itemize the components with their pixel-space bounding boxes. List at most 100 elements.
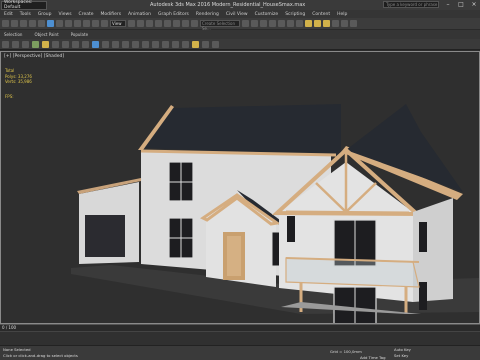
- snaps-toggle-icon[interactable]: [155, 20, 162, 27]
- menu-item-graph-editors[interactable]: Graph Editors: [158, 12, 189, 17]
- viewport-statistics: Total Polys: 33,276 Verts: 35,986: [5, 68, 32, 85]
- tab-object-paint[interactable]: Object Paint: [34, 32, 58, 37]
- link-icon[interactable]: [20, 20, 27, 27]
- maximize-icon[interactable]: □: [455, 0, 467, 9]
- tab-populate[interactable]: Populate: [71, 32, 88, 37]
- reference-coordinate-dropdown[interactable]: View: [110, 20, 126, 27]
- spacewarp-icon[interactable]: [72, 40, 79, 48]
- stats-verts-label: Verts:: [5, 79, 17, 84]
- window-title: Autodesk 3ds Max 2016 Modern_Residential…: [150, 2, 306, 8]
- spacing-tool-icon[interactable]: [132, 40, 139, 48]
- menu-item-scripting[interactable]: Scripting: [285, 12, 305, 17]
- stats-polys-value: 33,276: [17, 73, 32, 79]
- menu-item-customize[interactable]: Customize: [255, 12, 279, 17]
- menu-item-content[interactable]: Content: [312, 12, 330, 17]
- menu-item-modifiers[interactable]: Modifiers: [101, 12, 122, 17]
- camera-icon[interactable]: [52, 40, 59, 48]
- spinner-snap-icon[interactable]: [182, 20, 189, 27]
- rectangle-selection-icon[interactable]: [65, 20, 72, 27]
- unhide-icon[interactable]: [182, 40, 189, 48]
- add-time-tag-button[interactable]: Add Time Tag: [360, 355, 385, 360]
- grid-size: Grid = 100,0mm: [330, 349, 362, 354]
- redo-icon[interactable]: [11, 20, 18, 27]
- menu-item-rendering[interactable]: Rendering: [196, 12, 219, 17]
- render-region-icon[interactable]: [202, 40, 209, 48]
- schematic-view-icon[interactable]: [287, 20, 294, 27]
- search-input[interactable]: Type a keyword or phrase: [383, 1, 439, 8]
- selection-status: None Selected: [3, 347, 31, 352]
- rendered-frame-window-icon[interactable]: [314, 20, 321, 27]
- isolate-icon[interactable]: [152, 40, 159, 48]
- select-object-icon[interactable]: [47, 20, 54, 27]
- named-selection-dropdown[interactable]: Create Selection Se...: [200, 20, 240, 31]
- scale-icon[interactable]: [101, 20, 108, 27]
- track-bar[interactable]: [0, 331, 480, 345]
- viewport-label[interactable]: [+] [Perspective] [Shaded]: [4, 54, 64, 59]
- graphite-toggle-icon[interactable]: [269, 20, 276, 27]
- menu-item-views[interactable]: Views: [59, 12, 72, 17]
- render-setup-icon[interactable]: [305, 20, 312, 27]
- tab-selection[interactable]: Selection: [4, 32, 22, 37]
- title-bar: Workspaces: Default Autodesk 3ds Max 201…: [0, 0, 480, 10]
- angle-snap-icon[interactable]: [164, 20, 171, 27]
- workspace-dropdown[interactable]: Workspaces: Default: [1, 0, 47, 10]
- angle-icon[interactable]: [102, 40, 109, 48]
- menu-item-civil-view[interactable]: Civil View: [226, 12, 248, 17]
- keyboard-shortcut-override-icon[interactable]: [146, 20, 153, 27]
- sun-icon[interactable]: [192, 40, 199, 48]
- move-icon[interactable]: [83, 20, 90, 27]
- systems-icon[interactable]: [82, 40, 89, 48]
- mirror-tool-icon[interactable]: [112, 40, 119, 48]
- ribbon-tabs: Selection Object Paint Populate: [0, 30, 480, 39]
- auto-key-button[interactable]: Auto Key: [394, 347, 411, 352]
- house-model: [71, 104, 479, 323]
- window-crossing-icon[interactable]: [74, 20, 81, 27]
- minimize-icon[interactable]: –: [442, 0, 454, 9]
- menu-item-tools[interactable]: Tools: [20, 12, 31, 17]
- menu-item-help[interactable]: Help: [337, 12, 347, 17]
- edit-named-selection-icon[interactable]: [191, 20, 198, 27]
- select-by-name-icon[interactable]: [56, 20, 63, 27]
- layer-manager-icon[interactable]: [260, 20, 267, 27]
- menu-item-edit[interactable]: Edit: [4, 12, 13, 17]
- percent-snap-icon[interactable]: [173, 20, 180, 27]
- a360-render-icon[interactable]: [341, 20, 348, 27]
- render-iterative-icon[interactable]: [332, 20, 339, 27]
- render-production-icon[interactable]: [323, 20, 330, 27]
- plane-icon[interactable]: [32, 40, 39, 48]
- sphere-icon[interactable]: [12, 40, 19, 48]
- close-icon[interactable]: ×: [468, 0, 480, 9]
- help-icon[interactable]: [350, 20, 357, 27]
- array-icon[interactable]: [122, 40, 129, 48]
- perspective-viewport[interactable]: [+] [Perspective] [Shaded] Total Polys: …: [0, 51, 480, 324]
- box-icon[interactable]: [2, 40, 9, 48]
- rotate-icon[interactable]: [92, 20, 99, 27]
- align-icon[interactable]: [251, 20, 258, 27]
- set-key-button[interactable]: Set Key: [394, 353, 408, 358]
- menu-bar: Edit Tools Group Views Create Modifiers …: [0, 10, 480, 18]
- hide-icon[interactable]: [172, 40, 179, 48]
- material-editor-icon[interactable]: [296, 20, 303, 27]
- select-and-manipulate-icon[interactable]: [137, 20, 144, 27]
- menu-item-create[interactable]: Create: [79, 12, 94, 17]
- stats-verts-row: Verts: 35,986: [5, 79, 32, 85]
- light-icon[interactable]: [42, 40, 49, 48]
- fps-label: FPS:: [5, 94, 14, 99]
- menu-item-group[interactable]: Group: [38, 12, 52, 17]
- mirror-icon[interactable]: [242, 20, 249, 27]
- unlink-icon[interactable]: [29, 20, 36, 27]
- menu-item-animation[interactable]: Animation: [128, 12, 151, 17]
- main-toolbar: View Create Selection Se...: [0, 18, 480, 31]
- undo-icon[interactable]: [2, 20, 9, 27]
- pivot-center-icon[interactable]: [128, 20, 135, 27]
- curve-editor-icon[interactable]: [278, 20, 285, 27]
- snap-icon[interactable]: [92, 40, 99, 48]
- secondary-toolbar: [0, 39, 480, 50]
- helper-icon[interactable]: [62, 40, 69, 48]
- bind-space-warp-icon[interactable]: [38, 20, 45, 27]
- clone-align-icon[interactable]: [142, 40, 149, 48]
- viewport-config-icon[interactable]: [212, 40, 219, 48]
- freeze-icon[interactable]: [162, 40, 169, 48]
- time-slider[interactable]: [0, 324, 480, 331]
- cylinder-icon[interactable]: [22, 40, 29, 48]
